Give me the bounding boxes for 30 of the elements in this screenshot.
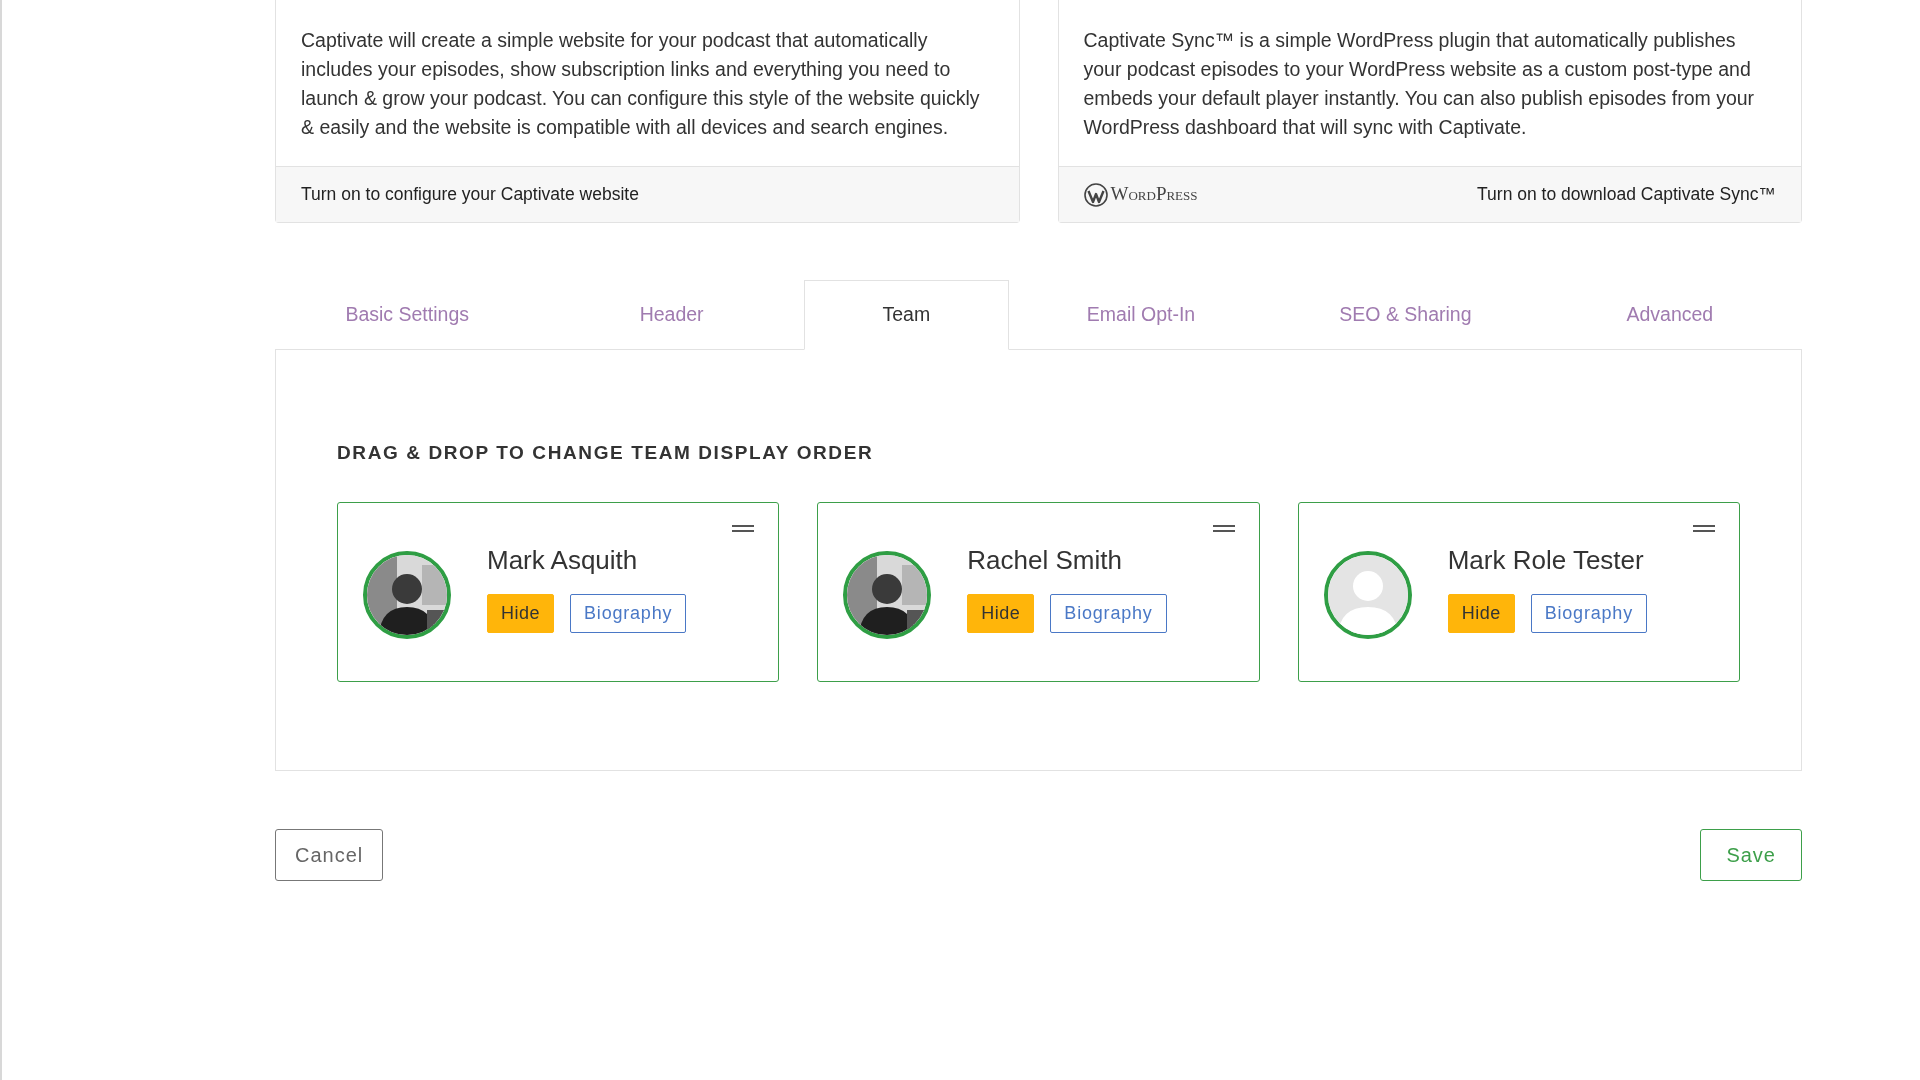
biography-button[interactable]: Biography — [1050, 593, 1167, 633]
team-member-card[interactable]: Mark Asquith Hide Biography — [337, 501, 780, 682]
hide-button[interactable]: Hide — [967, 593, 1035, 633]
drag-handle-icon[interactable] — [1212, 523, 1235, 533]
drag-handle-icon[interactable] — [732, 523, 755, 533]
tab[interactable]: Team — [803, 280, 1009, 351]
tab[interactable]: Advanced — [1537, 280, 1803, 351]
member-name: Mark Asquith — [487, 544, 639, 576]
save-button[interactable]: Save — [1700, 828, 1802, 881]
tab[interactable]: Email Opt-In — [1008, 280, 1274, 351]
cancel-button[interactable]: Cancel — [275, 828, 384, 881]
wordpress-logo: WordPress — [1083, 180, 1198, 209]
biography-button[interactable]: Biography — [570, 593, 687, 633]
tab[interactable]: Header — [539, 280, 804, 351]
hide-button[interactable]: Hide — [487, 593, 555, 633]
drag-handle-icon[interactable] — [1693, 523, 1715, 533]
team-member-card[interactable]: Mark Role Tester Hide Biography — [1297, 501, 1740, 682]
footer-text: Turn on to configure your Captivate website — [301, 183, 639, 207]
hide-button[interactable]: Hide — [1447, 593, 1515, 633]
footer-text: Turn on to download Captivate Sync™ — [1477, 183, 1776, 207]
description-text: Captivate Sync™ is a simple WordPress plugin that automatically publishes your podcast episodes to your WordPress website as a custom post-type and embeds your default player instantly. You can also publish episodes from your WordPress dashboard that will sync with Captivate. — [1082, 28, 1756, 140]
tab[interactable]: SEO & Sharing — [1273, 280, 1538, 351]
member-name: Rachel Smith — [967, 544, 1123, 576]
member-name: Mark Role Tester — [1447, 544, 1645, 576]
biography-button[interactable]: Biography — [1530, 593, 1647, 633]
description-text: Captivate will create a simple website for your podcast that automatically includes your episodes, show subscription links and everything you need to launch & grow your podcast. You can configure this style of the website quickly & easily and the website is compatible with all devices and search engines. — [300, 28, 981, 140]
section-heading: DRAG & DROP TO CHANGE TEAM DISPLAY ORDER — [337, 441, 875, 466]
team-member-card[interactable]: Rachel Smith Hide Biography — [817, 501, 1260, 682]
tab[interactable]: Basic Settings — [275, 280, 540, 351]
avatar-icon — [1323, 550, 1412, 639]
